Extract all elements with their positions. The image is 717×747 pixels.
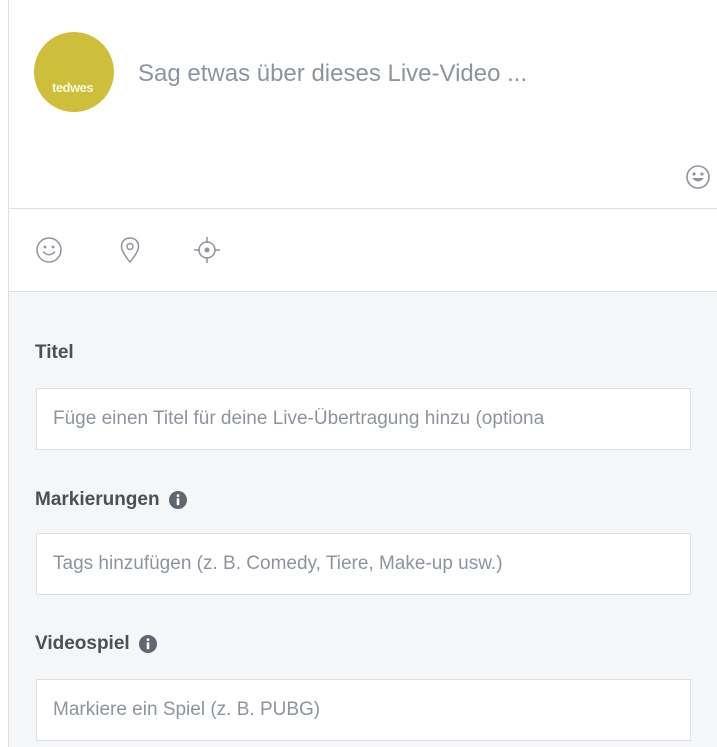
tags-label: Markierungen xyxy=(35,489,188,511)
emoji-picker-icon[interactable] xyxy=(684,163,712,191)
location-pin-icon[interactable] xyxy=(115,235,145,265)
live-video-details-form: Titel Markierungen Videospiel xyxy=(9,292,717,747)
video-game-input[interactable] xyxy=(36,679,691,741)
title-label: Titel xyxy=(35,342,74,364)
avatar-logo-text: tedwes xyxy=(52,80,94,95)
status-text-input[interactable]: Sag etwas über dieses Live-Video ... xyxy=(138,60,527,88)
avatar[interactable]: tedwes xyxy=(34,32,114,112)
tags-input[interactable] xyxy=(36,533,691,595)
title-label-text: Titel xyxy=(35,342,74,363)
smiley-icon[interactable] xyxy=(34,235,64,265)
info-icon[interactable] xyxy=(138,634,158,654)
video-game-label-text: Videospiel xyxy=(35,633,130,654)
action-icons-row xyxy=(9,209,717,291)
live-video-composer: tedwes Sag etwas über dieses Live-Video … xyxy=(9,0,717,208)
title-input[interactable] xyxy=(36,388,691,450)
video-game-label: Videospiel xyxy=(35,633,158,655)
crosshair-icon[interactable] xyxy=(192,235,222,265)
info-icon[interactable] xyxy=(168,490,188,510)
tags-label-text: Markierungen xyxy=(35,489,160,510)
